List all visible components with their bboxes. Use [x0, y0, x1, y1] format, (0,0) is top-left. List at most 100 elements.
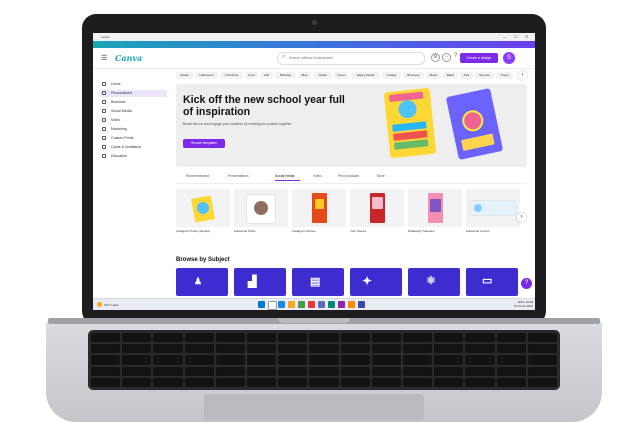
subject-tile[interactable]: ▟ — [234, 268, 286, 296]
trackpad[interactable] — [204, 394, 424, 420]
category-chip[interactable]: Music — [426, 72, 441, 79]
notifications-icon[interactable]: ◔ — [442, 53, 451, 62]
tab-recommended[interactable]: Recommended — [186, 174, 209, 178]
search-bar[interactable]: ⌕ — [277, 52, 425, 65]
keyboard-key[interactable] — [215, 333, 245, 343]
keyboard-key[interactable] — [434, 344, 464, 354]
category-chip[interactable]: Diwali — [176, 72, 193, 79]
category-chip[interactable]: Collage — [382, 72, 401, 79]
keyboard-key[interactable] — [215, 366, 245, 376]
menu-icon[interactable]: ☰ — [101, 54, 107, 62]
keyboard-key[interactable] — [465, 344, 495, 354]
keyboard-key[interactable] — [184, 366, 214, 376]
keyboard-key[interactable] — [371, 355, 401, 365]
category-chip[interactable]: Fall — [260, 72, 273, 79]
keyboard-key[interactable] — [340, 333, 370, 343]
keyboard-key[interactable] — [122, 344, 152, 354]
keyboard-key[interactable] — [247, 355, 277, 365]
category-chip[interactable]: Christmas — [220, 72, 243, 79]
store-icon[interactable] — [328, 301, 335, 308]
tab-social-media[interactable]: Social media — [275, 174, 294, 178]
keyboard-key[interactable] — [278, 366, 308, 376]
sidebar-item-cards-invitations[interactable]: Cards & Invitations — [99, 144, 167, 151]
create-design-button[interactable]: Create a design — [460, 53, 498, 63]
maximize-button[interactable]: ☐ — [514, 34, 518, 39]
keyboard-key[interactable] — [278, 377, 308, 387]
sidebar-item-home[interactable]: Home — [99, 81, 167, 88]
settings-icon[interactable]: ⚙ — [431, 53, 440, 62]
template-card[interactable]: Your Stories — [350, 189, 404, 235]
sidebar-item-custom-prints[interactable]: Custom Prints — [99, 135, 167, 142]
keyboard-key[interactable] — [215, 344, 245, 354]
subject-tile[interactable]: ♟ — [176, 268, 228, 296]
template-card[interactable]: WhatsApp Statuses — [408, 189, 462, 235]
canva-logo[interactable]: Canva — [115, 53, 142, 63]
keyboard-key[interactable] — [91, 344, 121, 354]
template-card[interactable]: Instagram Posts (Square) — [176, 189, 230, 235]
sidebar-item-video[interactable]: Video — [99, 117, 167, 124]
minimize-button[interactable]: — — [503, 34, 507, 39]
keyboard-key[interactable] — [403, 377, 433, 387]
keyboard-key[interactable] — [184, 333, 214, 343]
category-chip[interactable]: Food — [245, 72, 258, 79]
template-card[interactable]: Facebook Posts — [234, 189, 288, 235]
keyboard-key[interactable] — [340, 355, 370, 365]
keyboard-key[interactable] — [309, 366, 339, 376]
template-card[interactable]: Facebook Covers — [466, 189, 520, 235]
category-chip[interactable]: Halloween — [195, 72, 218, 79]
keyboard-key[interactable] — [153, 355, 183, 365]
keyboard-key[interactable] — [496, 355, 526, 365]
keyboard-key[interactable] — [465, 366, 495, 376]
keyboard-key[interactable] — [527, 366, 557, 376]
keyboard-key[interactable] — [247, 366, 277, 376]
keyboard-key[interactable] — [278, 355, 308, 365]
keyboard-key[interactable] — [496, 366, 526, 376]
keyboard-key[interactable] — [122, 333, 152, 343]
keyboard-key[interactable] — [403, 344, 433, 354]
keyboard-key[interactable] — [247, 344, 277, 354]
keyboard-key[interactable] — [434, 355, 464, 365]
tab-more[interactable]: More — [377, 174, 385, 178]
keyboard-key[interactable] — [527, 333, 557, 343]
category-chip[interactable]: Business — [403, 72, 424, 79]
category-chip[interactable]: Black — [443, 72, 458, 79]
category-chip[interactable]: Happy Diwali — [351, 72, 380, 79]
keyboard-key[interactable] — [247, 377, 277, 387]
keyboard-key[interactable] — [403, 366, 433, 376]
category-chip[interactable]: Travel — [496, 72, 513, 79]
keyboard-key[interactable] — [527, 377, 557, 387]
keyboard-key[interactable] — [465, 355, 495, 365]
keyboard-key[interactable] — [340, 366, 370, 376]
keyboard-key[interactable] — [465, 333, 495, 343]
keyboard-key[interactable] — [122, 355, 152, 365]
keyboard-key[interactable] — [527, 344, 557, 354]
avatar[interactable]: S — [503, 52, 515, 64]
keyboard-key[interactable] — [278, 344, 308, 354]
keyboard-key[interactable] — [340, 377, 370, 387]
keyboard-key[interactable] — [309, 377, 339, 387]
keyboard-key[interactable] — [153, 333, 183, 343]
keyboard-key[interactable] — [434, 333, 464, 343]
settings-icon[interactable] — [358, 301, 365, 308]
keyboard-key[interactable] — [434, 377, 464, 387]
keyboard-key[interactable] — [184, 377, 214, 387]
keyboard-key[interactable] — [371, 366, 401, 376]
search-input[interactable] — [289, 54, 419, 61]
keyboard-key[interactable] — [153, 344, 183, 354]
keyboard-key[interactable] — [371, 333, 401, 343]
keyboard-key[interactable] — [496, 344, 526, 354]
template-card[interactable]: Instagram Stories — [292, 189, 346, 235]
keyboard-key[interactable] — [122, 366, 152, 376]
keyboard-key[interactable] — [309, 344, 339, 354]
keyboard-key[interactable] — [184, 355, 214, 365]
tab-presentations[interactable]: Presentations — [228, 174, 249, 178]
browse-templates-button[interactable]: Browse templates — [183, 139, 225, 148]
tab-print-products[interactable]: Print products — [338, 174, 359, 178]
keyboard-key[interactable] — [153, 366, 183, 376]
keyboard-key[interactable] — [403, 355, 433, 365]
subject-tile[interactable]: ▤ — [292, 268, 344, 296]
category-chip[interactable]: Birthday — [275, 72, 296, 79]
weather-widget[interactable]: 29°C Haze — [97, 302, 119, 307]
photos-icon[interactable] — [348, 301, 355, 308]
keyboard-key[interactable] — [340, 344, 370, 354]
